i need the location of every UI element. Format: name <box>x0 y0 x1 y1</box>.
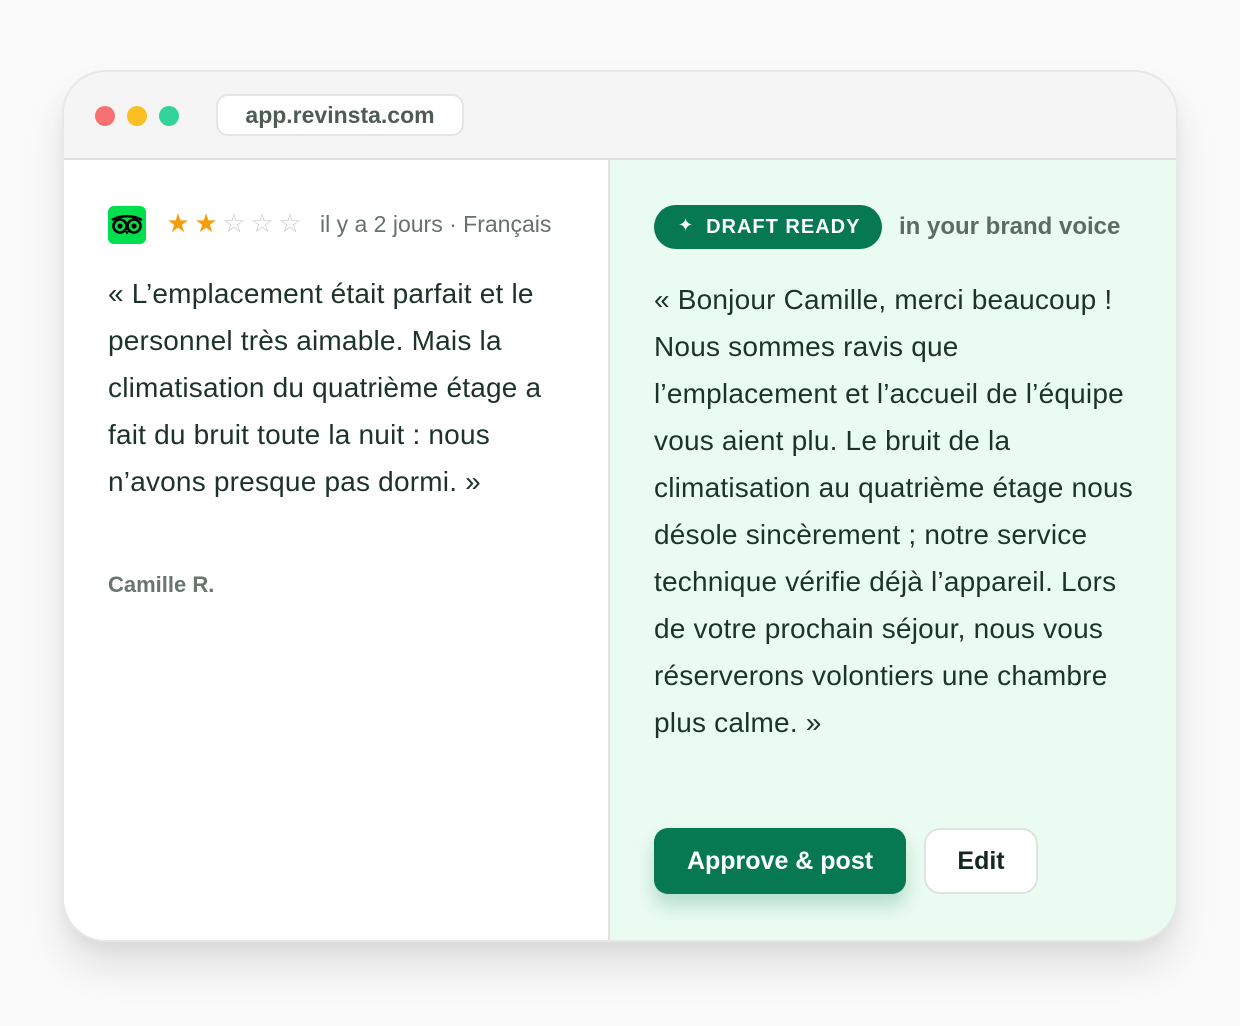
sparkle-icon: ✦ <box>678 215 695 236</box>
minimize-dot-icon[interactable] <box>127 106 147 126</box>
browser-window: app.revinsta.com ★ ★ ☆ ☆ ☆ il y a 2 jours · … <box>62 70 1178 942</box>
draft-panel: ✦ DRAFT READY in your brand voice « Bonjo… <box>610 160 1176 940</box>
star-rating: ★ ★ ☆ ☆ ☆ <box>164 207 304 241</box>
edit-button[interactable]: Edit <box>924 828 1038 894</box>
draft-badge-label: DRAFT READY <box>706 216 861 238</box>
draft-ready-badge: ✦ DRAFT READY <box>654 205 883 249</box>
star-empty-icon: ☆ <box>250 209 274 239</box>
url-bar[interactable]: app.revinsta.com <box>216 94 464 136</box>
close-dot-icon[interactable] <box>95 106 115 126</box>
approve-post-button[interactable]: Approve & post <box>654 828 906 894</box>
star-filled-icon: ★ <box>194 209 218 239</box>
draft-reply-text: « Bonjour Camille, merci beaucoup ! Nous… <box>654 284 1134 738</box>
browser-titlebar: app.revinsta.com <box>64 72 1176 160</box>
tripadvisor-owl-icon <box>108 206 146 244</box>
review-text: « L’emplacement était parfait et le pers… <box>108 278 542 497</box>
star-filled-icon: ★ <box>166 209 190 239</box>
brand-voice-label: in your brand voice <box>899 213 1121 240</box>
star-empty-icon: ☆ <box>222 209 246 239</box>
maximize-dot-icon[interactable] <box>159 106 179 126</box>
review-author: Camille R. <box>108 572 215 597</box>
review-meta: il y a 2 jours · Français <box>320 211 552 237</box>
review-panel: ★ ★ ☆ ☆ ☆ il y a 2 jours · Français « L’empl… <box>64 160 608 940</box>
star-empty-icon: ☆ <box>278 209 302 239</box>
